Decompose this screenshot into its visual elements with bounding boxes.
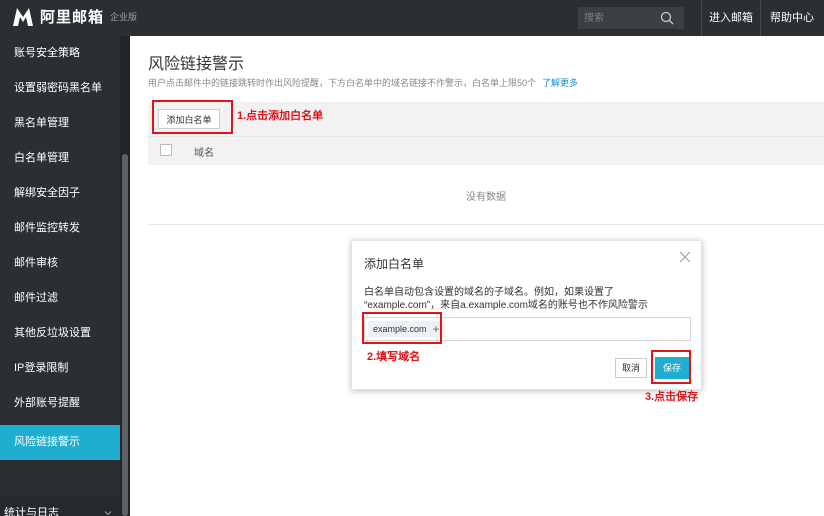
sidebar-group-stats-logs[interactable]: 统计与日志 [0,496,120,516]
search-input[interactable] [584,10,654,26]
chevron-down-icon [104,511,112,516]
page-title: 风险链接警示 [148,56,245,73]
sidebar-group-label: 统计与日志 [4,507,59,516]
sidebar: 账号安全策略 设置弱密码黑名单 黑名单管理 白名单管理 解绑安全因子 邮件监控转… [0,36,130,516]
table-header: 域名 [148,136,824,165]
sidebar-item-account-security[interactable]: 账号安全策略 [0,36,120,71]
sidebar-item-blacklist[interactable]: 黑名单管理 [0,106,120,141]
sidebar-item-external-account-alert[interactable]: 外部账号提醒 [0,386,120,421]
annotation-step2: 2.填写域名 [367,351,421,363]
top-bar: 阿里邮箱 企业版 进入邮箱 帮助中心 [0,0,824,36]
sidebar-item-weak-password-blacklist[interactable]: 设置弱密码黑名单 [0,71,120,106]
column-header-domain: 域名 [194,148,214,159]
search-icon[interactable] [660,11,674,25]
cancel-button[interactable]: 取消 [615,358,647,378]
close-icon[interactable] [679,251,691,263]
learn-more-link[interactable]: 了解更多 [542,78,578,88]
annotation-step1: 1.点击添加白名单 [237,110,324,122]
help-center-link[interactable]: 帮助中心 [760,0,824,36]
annotation-box-step1 [152,100,233,134]
logo[interactable]: 阿里邮箱 企业版 [12,6,137,27]
sidebar-item-ip-login-limit[interactable]: IP登录限制 [0,351,120,386]
search-box[interactable] [578,7,684,29]
logo-mark-icon [13,7,33,26]
sidebar-scrollbar-thumb[interactable] [122,154,128,516]
sidebar-item-anti-spam[interactable]: 其他反垃圾设置 [0,316,120,351]
sidebar-item-risk-link-warning[interactable]: 风险链接警示 [0,425,120,460]
logo-text: 阿里邮箱 [40,9,105,26]
page-description: 用户点击邮件中的链接跳转时作出风险提醒，下方白名单中的域名链接不作警示，白名单上… [148,76,578,89]
table-empty: 没有数据 [148,164,824,225]
annotation-box-step3 [651,350,691,384]
description-text: 用户点击邮件中的链接跳转时作出风险提醒，下方白名单中的域名链接不作警示，白名单上… [148,78,537,88]
sidebar-item-whitelist[interactable]: 白名单管理 [0,141,120,176]
sidebar-scrollbar[interactable] [120,36,130,516]
select-all-checkbox[interactable] [160,144,172,156]
sidebar-item-mail-review[interactable]: 邮件审核 [0,246,120,281]
annotation-step3: 3.点击保存 [645,391,699,403]
empty-state-text: 没有数据 [466,192,506,203]
sidebar-item-unbind-security-factor[interactable]: 解绑安全因子 [0,176,120,211]
annotation-box-step2 [362,312,442,344]
sidebar-item-mail-filter[interactable]: 邮件过滤 [0,281,120,316]
edition-badge: 企业版 [110,12,138,22]
dialog-description-line2: “example.com”，来自a.example.com域名的账号也不作风险警… [364,300,648,311]
sidebar-item-mail-monitor-forward[interactable]: 邮件监控转发 [0,211,120,246]
enter-mailbox-link[interactable]: 进入邮箱 [702,0,760,36]
dialog-title: 添加白名单 [364,257,425,271]
